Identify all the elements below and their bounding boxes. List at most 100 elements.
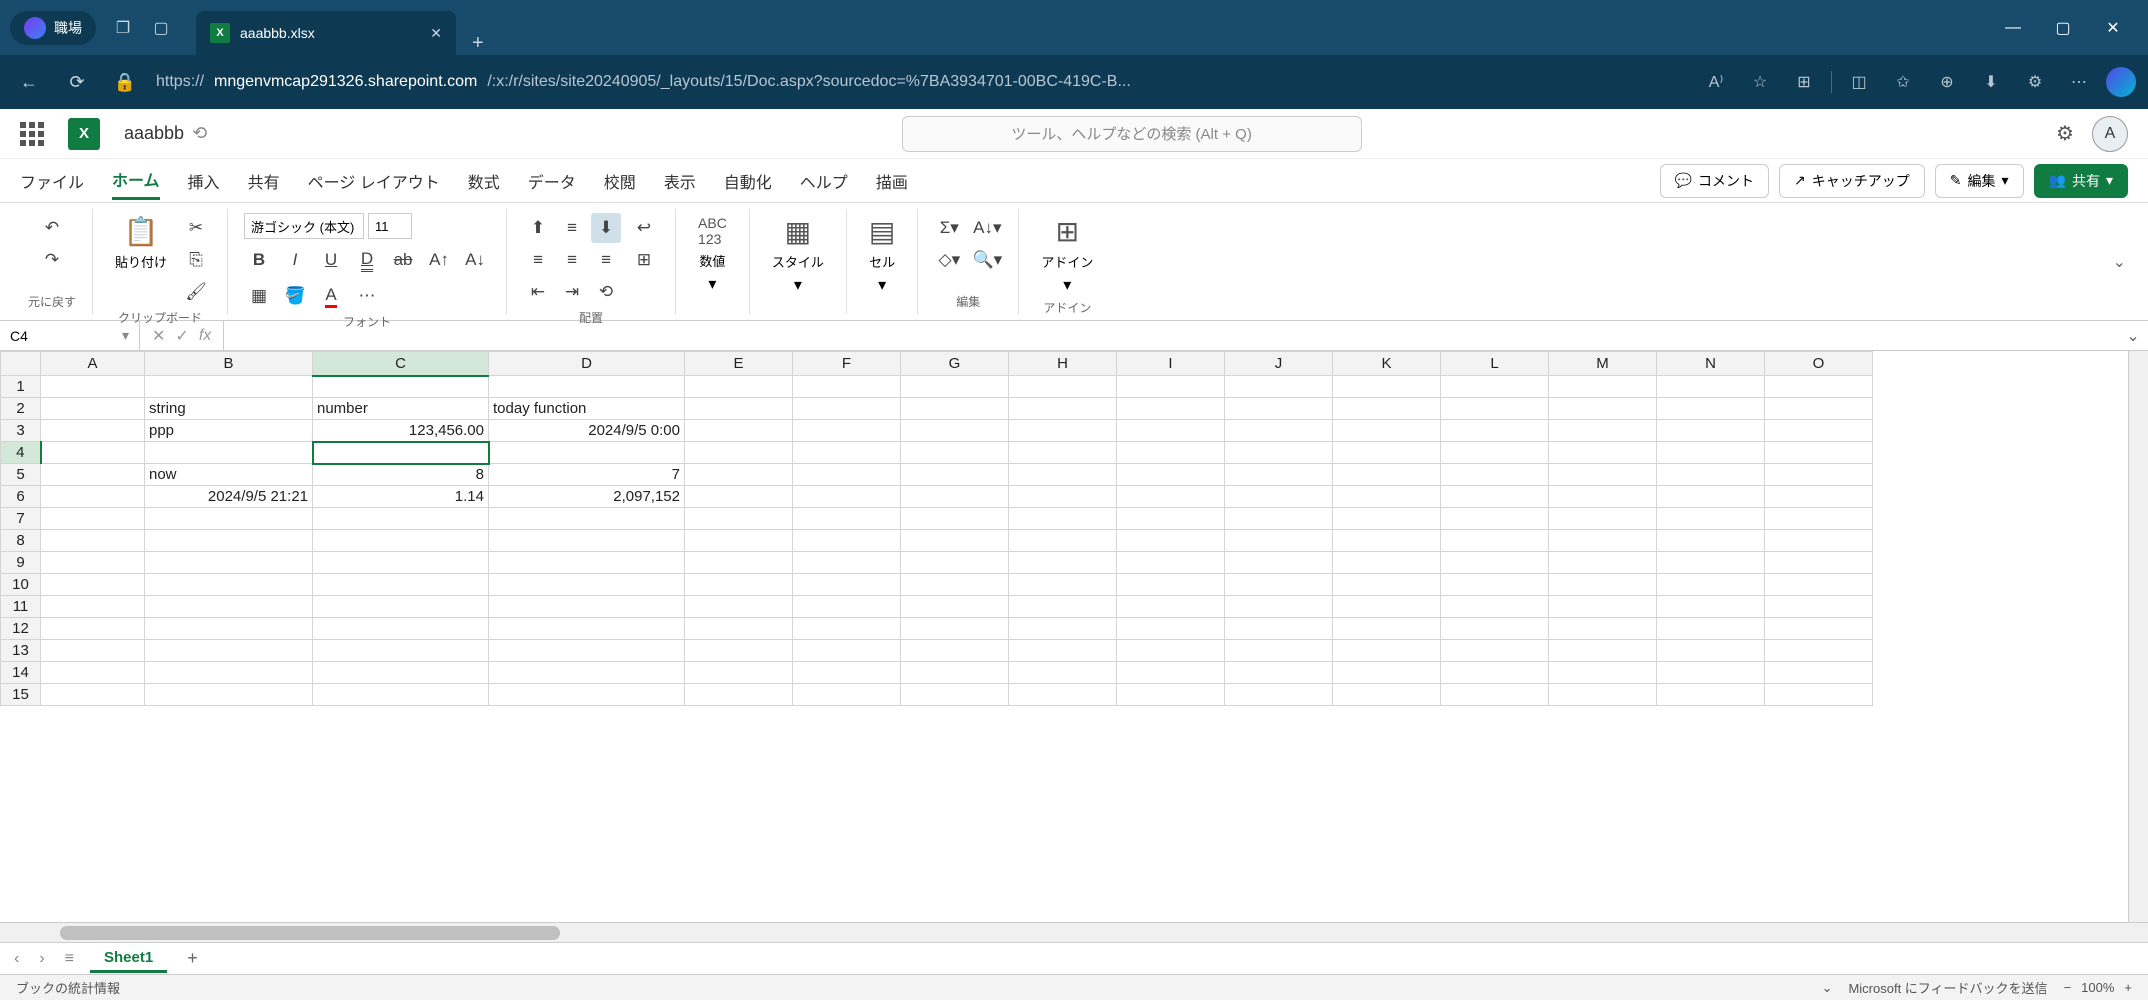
cell[interactable] — [1333, 662, 1441, 684]
cell[interactable] — [1441, 640, 1549, 662]
account-avatar[interactable]: A — [2092, 116, 2128, 152]
cell[interactable] — [1765, 464, 1873, 486]
row-header[interactable]: 12 — [1, 618, 41, 640]
cell[interactable] — [1117, 640, 1225, 662]
cell[interactable] — [793, 574, 901, 596]
cell[interactable] — [41, 376, 145, 398]
cell[interactable] — [1333, 376, 1441, 398]
select-all-corner[interactable] — [1, 352, 41, 376]
cell[interactable] — [1009, 618, 1117, 640]
cell[interactable] — [793, 684, 901, 706]
cell[interactable] — [1009, 508, 1117, 530]
row-header[interactable]: 3 — [1, 420, 41, 442]
cell[interactable] — [793, 508, 901, 530]
column-header[interactable]: F — [793, 352, 901, 376]
favorite-icon[interactable]: ☆ — [1743, 65, 1777, 99]
cell[interactable] — [1009, 684, 1117, 706]
minimize-button[interactable]: — — [1988, 8, 2038, 48]
cell[interactable] — [1009, 376, 1117, 398]
align-left-icon[interactable]: ≡ — [523, 245, 553, 275]
ribbon-tab[interactable]: ファイル — [20, 163, 84, 199]
font-name-select[interactable] — [244, 213, 364, 239]
ribbon-tab[interactable]: 表示 — [664, 163, 696, 199]
cell[interactable] — [1333, 596, 1441, 618]
share-button[interactable]: 👥共有▾ — [2034, 164, 2128, 198]
cell[interactable] — [1225, 398, 1333, 420]
cell[interactable] — [1333, 530, 1441, 552]
cell[interactable] — [1441, 596, 1549, 618]
extensions-icon[interactable]: ⊞ — [1787, 65, 1821, 99]
cell[interactable] — [145, 552, 313, 574]
vertical-scrollbar[interactable] — [2128, 351, 2148, 922]
cell[interactable]: now — [145, 464, 313, 486]
cell[interactable] — [1549, 662, 1657, 684]
column-header[interactable]: K — [1333, 352, 1441, 376]
row-header[interactable]: 6 — [1, 486, 41, 508]
copy-icon[interactable]: ⎘ — [181, 245, 211, 275]
ribbon-tab[interactable]: データ — [528, 163, 576, 199]
cell[interactable] — [793, 442, 901, 464]
cell[interactable]: 123,456.00 — [313, 420, 489, 442]
cell[interactable] — [41, 464, 145, 486]
cell[interactable] — [1549, 376, 1657, 398]
close-window-button[interactable]: ✕ — [2088, 8, 2138, 48]
cell[interactable] — [1333, 398, 1441, 420]
cell[interactable] — [685, 552, 793, 574]
cell[interactable] — [1225, 684, 1333, 706]
cell[interactable] — [1549, 464, 1657, 486]
italic-icon[interactable]: I — [280, 245, 310, 275]
cell[interactable] — [1549, 618, 1657, 640]
cell[interactable] — [901, 684, 1009, 706]
align-middle-icon[interactable]: ≡ — [557, 213, 587, 243]
cell[interactable] — [1009, 596, 1117, 618]
cells-button[interactable]: ▤セル▾ — [863, 213, 901, 297]
cell[interactable] — [489, 508, 685, 530]
cell[interactable] — [1225, 420, 1333, 442]
cell[interactable] — [145, 618, 313, 640]
cell[interactable] — [1549, 552, 1657, 574]
cell[interactable] — [41, 398, 145, 420]
underline-icon[interactable]: U — [316, 245, 346, 275]
cell[interactable]: ppp — [145, 420, 313, 442]
cell[interactable] — [685, 640, 793, 662]
cell[interactable] — [685, 420, 793, 442]
cell[interactable] — [901, 552, 1009, 574]
cell[interactable] — [901, 618, 1009, 640]
cell[interactable] — [685, 442, 793, 464]
grow-font-icon[interactable]: A↑ — [424, 245, 454, 275]
cell[interactable] — [1549, 442, 1657, 464]
all-sheets-icon[interactable]: ≡ — [61, 950, 78, 968]
cell[interactable] — [901, 486, 1009, 508]
cell[interactable] — [1009, 398, 1117, 420]
cell[interactable] — [1117, 684, 1225, 706]
cell[interactable] — [793, 618, 901, 640]
refresh-button[interactable]: ⟳ — [60, 65, 94, 99]
column-header[interactable]: H — [1009, 352, 1117, 376]
cell[interactable] — [1657, 574, 1765, 596]
merge-cells-icon[interactable]: ⊞ — [629, 245, 659, 275]
cell[interactable] — [1225, 486, 1333, 508]
cell[interactable] — [313, 574, 489, 596]
cell[interactable] — [145, 530, 313, 552]
cell[interactable] — [1765, 442, 1873, 464]
comment-button[interactable]: 💬コメント — [1660, 164, 1769, 198]
maximize-button[interactable]: ▢ — [2038, 8, 2088, 48]
cell[interactable] — [1117, 552, 1225, 574]
cell[interactable] — [901, 464, 1009, 486]
cell[interactable] — [1225, 596, 1333, 618]
cell[interactable] — [41, 574, 145, 596]
cell[interactable] — [41, 442, 145, 464]
align-bottom-icon[interactable]: ⬇ — [591, 213, 621, 243]
cell[interactable] — [489, 552, 685, 574]
cell[interactable] — [145, 662, 313, 684]
cell[interactable] — [901, 376, 1009, 398]
cell[interactable] — [1117, 442, 1225, 464]
cell[interactable] — [313, 684, 489, 706]
cell[interactable] — [901, 662, 1009, 684]
cell[interactable] — [1657, 442, 1765, 464]
row-header[interactable]: 8 — [1, 530, 41, 552]
cell[interactable]: today function — [489, 398, 685, 420]
fill-color-icon[interactable]: 🪣 — [280, 281, 310, 311]
cell[interactable] — [685, 376, 793, 398]
cell[interactable] — [901, 508, 1009, 530]
